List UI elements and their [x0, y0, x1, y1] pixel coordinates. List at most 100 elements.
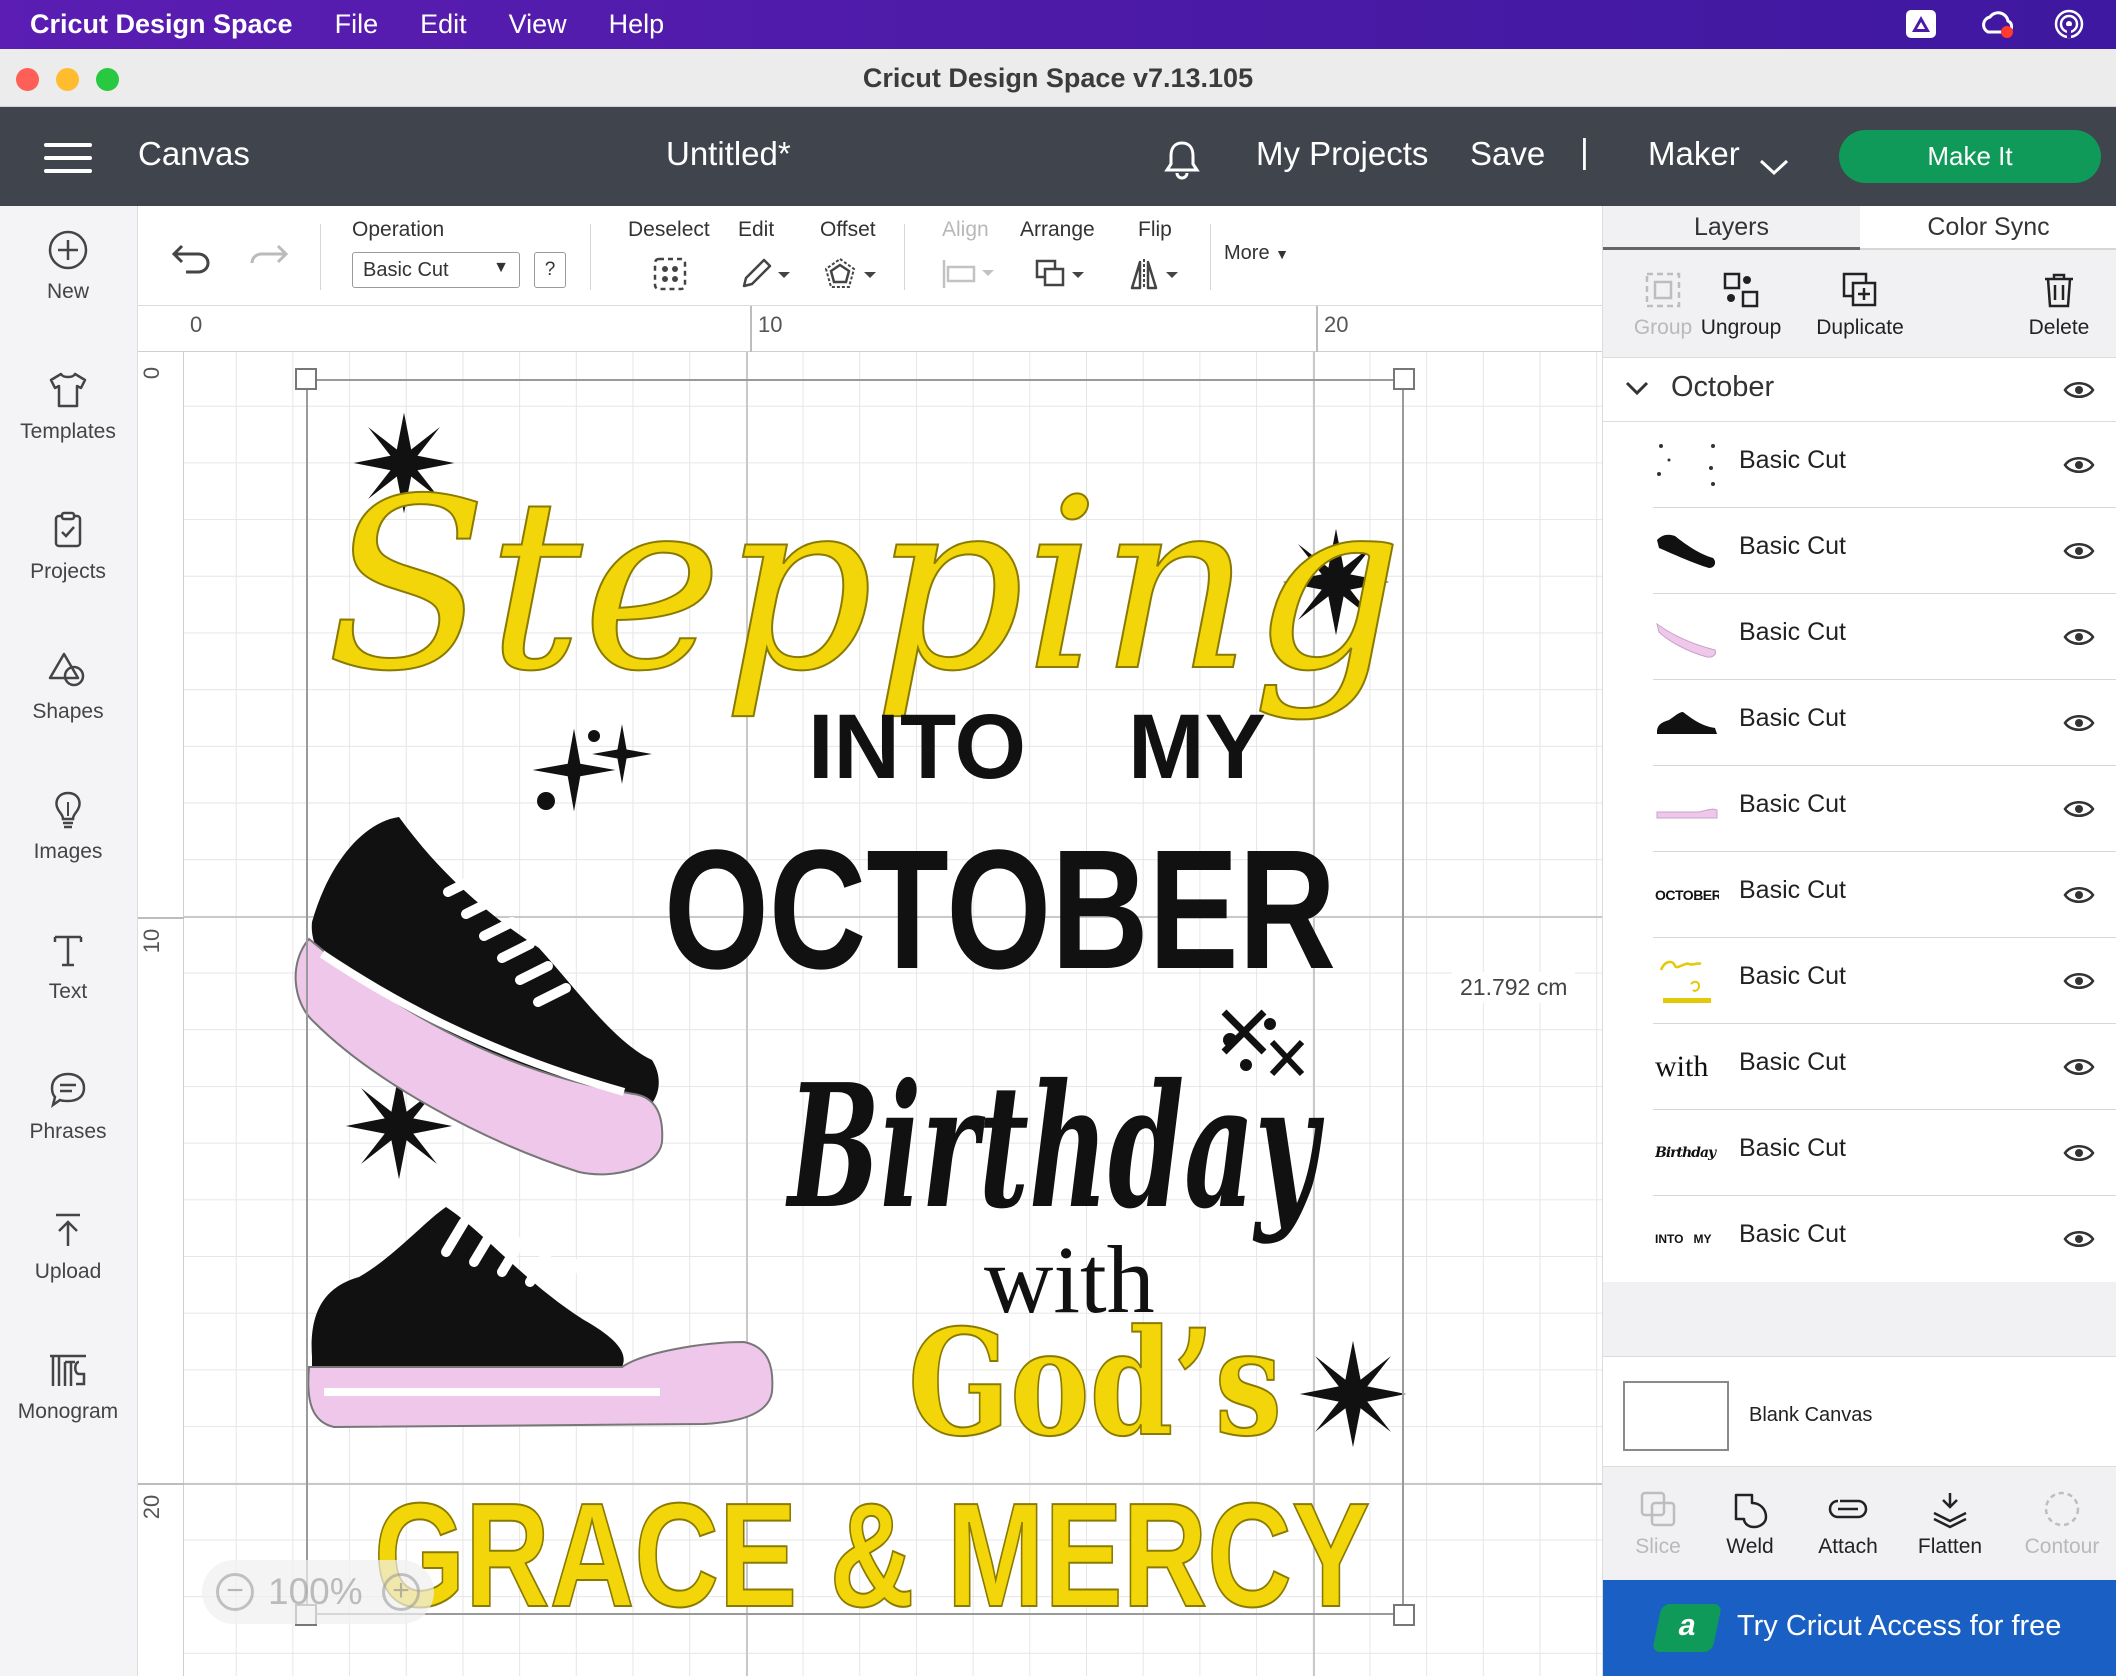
tab-layers[interactable]: Layers: [1603, 206, 1860, 250]
menu-view[interactable]: View: [509, 9, 567, 40]
weld-icon: [1734, 1493, 1768, 1529]
selection-handle[interactable]: [1393, 1604, 1415, 1626]
eye-icon[interactable]: [2063, 711, 2095, 735]
document-title[interactable]: Untitled*: [666, 135, 791, 173]
layer-row[interactable]: Birthday Basic Cut: [1603, 1110, 2116, 1196]
minimize-window-button[interactable]: [56, 68, 79, 91]
align-label[interactable]: Align: [942, 218, 989, 242]
sidebar-item-phrases[interactable]: Phrases: [0, 1068, 136, 1144]
ungroup-button[interactable]: Ungroup: [1681, 270, 1801, 340]
hamburger-menu-icon[interactable]: [44, 143, 92, 173]
layer-group-row[interactable]: October: [1603, 358, 2116, 422]
lightbulb-icon: [55, 791, 81, 829]
canvas-swatch[interactable]: [1623, 1381, 1729, 1451]
eye-icon[interactable]: [2063, 883, 2095, 907]
layer-row[interactable]: Basic Cut: [1603, 422, 2116, 508]
layer-thumbnail: with: [1655, 1050, 1709, 1083]
sidebar-item-label: Projects: [30, 560, 106, 583]
menubar-app-name[interactable]: Cricut Design Space: [30, 9, 293, 40]
creative-cloud-icon[interactable]: [1978, 8, 2014, 40]
selection-handle[interactable]: [1393, 368, 1415, 390]
flip-label[interactable]: Flip: [1138, 218, 1172, 242]
flip-icon[interactable]: [1128, 256, 1184, 298]
redo-icon[interactable]: [248, 240, 290, 282]
layer-row[interactable]: Basic Cut: [1603, 508, 2116, 594]
layer-row[interactable]: Basic Cut: [1603, 680, 2116, 766]
duplicate-button[interactable]: Duplicate: [1789, 270, 1931, 340]
right-panel: Layers Color Sync Group Ungroup Duplicat…: [1602, 206, 2116, 1676]
sidebar-item-projects[interactable]: Projects: [0, 508, 136, 584]
sidebar-item-upload[interactable]: Upload: [0, 1208, 136, 1284]
deselect-label[interactable]: Deselect: [628, 218, 710, 242]
arrange-label[interactable]: Arrange: [1020, 218, 1095, 242]
layer-row[interactable]: Basic Cut: [1603, 766, 2116, 852]
sidebar-item-shapes[interactable]: Shapes: [0, 648, 136, 724]
layer-row[interactable]: OCTOBER Basic Cut: [1603, 852, 2116, 938]
eye-icon[interactable]: [2063, 378, 2095, 402]
design-canvas[interactable]: Stepping INTO MY OCTOBER Birthday with G…: [184, 352, 1602, 1676]
menu-edit[interactable]: Edit: [420, 9, 467, 40]
zoom-window-button[interactable]: [96, 68, 119, 91]
blank-canvas-row[interactable]: Blank Canvas: [1603, 1356, 2116, 1466]
flatten-button[interactable]: Flatten: [1895, 1489, 2005, 1559]
ungroup-label: Ungroup: [1700, 316, 1782, 339]
my-projects-link[interactable]: My Projects: [1256, 135, 1428, 173]
attach-button[interactable]: Attach: [1793, 1489, 1903, 1559]
sidebar-item-templates[interactable]: Templates: [0, 368, 136, 444]
shapes-icon: [48, 652, 85, 687]
ruler-vertical: 0 10 20: [138, 352, 184, 1676]
layer-row[interactable]: INTO MY Basic Cut: [1603, 1196, 2116, 1282]
layer-row[interactable]: Basic Cut: [1603, 594, 2116, 680]
save-button[interactable]: Save: [1470, 135, 1545, 173]
operation-help-button[interactable]: ?: [534, 252, 566, 288]
pencil-icon[interactable]: [738, 256, 792, 298]
layer-row[interactable]: Basic Cut: [1603, 938, 2116, 1024]
eye-icon[interactable]: [2063, 453, 2095, 477]
arrange-icon[interactable]: [1034, 256, 1090, 298]
eye-icon[interactable]: [2063, 1055, 2095, 1079]
bell-icon[interactable]: [1160, 137, 1204, 189]
menu-help[interactable]: Help: [609, 9, 665, 40]
contour-button[interactable]: Contour: [2007, 1489, 2116, 1559]
weld-button[interactable]: Weld: [1695, 1489, 1805, 1559]
eye-icon[interactable]: [2063, 1227, 2095, 1251]
make-it-button[interactable]: Make It: [1839, 130, 2101, 183]
eye-icon[interactable]: [2063, 1141, 2095, 1165]
deselect-icon[interactable]: [652, 256, 688, 298]
close-window-button[interactable]: [16, 68, 39, 91]
sidebar-item-text[interactable]: Text: [0, 928, 136, 1004]
airdrop-icon[interactable]: [2052, 8, 2086, 40]
zoom-out-button[interactable]: −: [216, 1573, 254, 1611]
delete-button[interactable]: Delete: [1999, 270, 2116, 340]
layer-list: Basic Cut Basic Cut Basic Cut Basic Cut …: [1603, 422, 2116, 1282]
eye-icon[interactable]: [2063, 625, 2095, 649]
layer-thumbnail: [1657, 712, 1717, 734]
chevron-down-icon[interactable]: [1625, 380, 1649, 396]
edit-label[interactable]: Edit: [738, 218, 774, 242]
eye-icon[interactable]: [2063, 539, 2095, 563]
zoom-in-button[interactable]: +: [382, 1573, 420, 1611]
offset-icon[interactable]: [822, 256, 878, 298]
tab-color-sync[interactable]: Color Sync: [1860, 206, 2116, 250]
toolbar-divider: [590, 224, 591, 290]
undo-icon[interactable]: [170, 240, 212, 282]
selection-handle[interactable]: [295, 368, 317, 390]
dimension-label: 21.792 cm: [1452, 972, 1576, 1003]
eye-icon[interactable]: [2063, 797, 2095, 821]
operation-select[interactable]: Basic Cut ▼: [352, 252, 520, 288]
drive-icon[interactable]: [1904, 8, 1938, 40]
paperclip-icon: [1828, 1499, 1868, 1519]
sidebar-item-images[interactable]: Images: [0, 788, 136, 864]
layer-row[interactable]: with Basic Cut: [1603, 1024, 2116, 1110]
machine-select[interactable]: Maker: [1648, 135, 1740, 173]
align-icon[interactable]: [940, 258, 996, 296]
menu-file[interactable]: File: [335, 9, 379, 40]
more-menu[interactable]: More ▼: [1224, 242, 1289, 265]
chevron-down-icon[interactable]: [1758, 147, 1790, 185]
sidebar-item-new[interactable]: New: [0, 228, 136, 304]
ruler-tick: [750, 306, 752, 352]
sidebar-item-monogram[interactable]: Monogram: [0, 1348, 136, 1424]
eye-icon[interactable]: [2063, 969, 2095, 993]
offset-label[interactable]: Offset: [820, 218, 876, 242]
cricut-access-banner[interactable]: a Try Cricut Access for free: [1603, 1580, 2116, 1676]
